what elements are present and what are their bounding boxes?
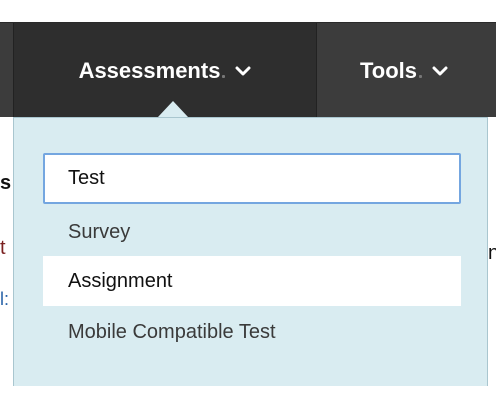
page-text-fragment: s: [0, 172, 12, 194]
menu-item-test[interactable]: Test: [43, 153, 461, 204]
page-top-band: [0, 0, 496, 22]
chevron-down-icon: [235, 65, 251, 77]
page-bottom-band: [0, 386, 496, 404]
page-text-fragment: t: [0, 237, 6, 259]
menu-item-mobile-compatible-test[interactable]: Mobile Compatible Test: [43, 310, 461, 354]
menu-item-label: Mobile Compatible Test: [68, 320, 276, 343]
menu-item-label: Assignment: [68, 269, 173, 292]
action-bar: Assessments Tools: [0, 22, 496, 118]
separator-dot: [222, 75, 226, 78]
dropdown-caret: [158, 101, 188, 117]
chevron-down-icon: [432, 65, 448, 77]
assessments-dropdown-menu: Test Survey Assignment Mobile Compatible…: [13, 117, 488, 387]
page-link-fragment: l:: [0, 289, 9, 309]
separator-dot: [419, 75, 423, 78]
page-right-edge: n: [488, 117, 496, 404]
page-left-edge: s t l:: [0, 117, 13, 404]
menu-item-survey[interactable]: Survey: [43, 210, 461, 254]
menu-item-label: Test: [68, 167, 105, 189]
menu-item-assignment[interactable]: Assignment: [43, 256, 461, 306]
page-text-fragment: n: [488, 242, 496, 264]
assessments-menu-label: Assessments: [78, 57, 221, 83]
menu-item-label: Survey: [68, 220, 131, 243]
tools-menu-label: Tools: [360, 57, 418, 83]
tools-menu-button[interactable]: Tools: [318, 23, 496, 118]
